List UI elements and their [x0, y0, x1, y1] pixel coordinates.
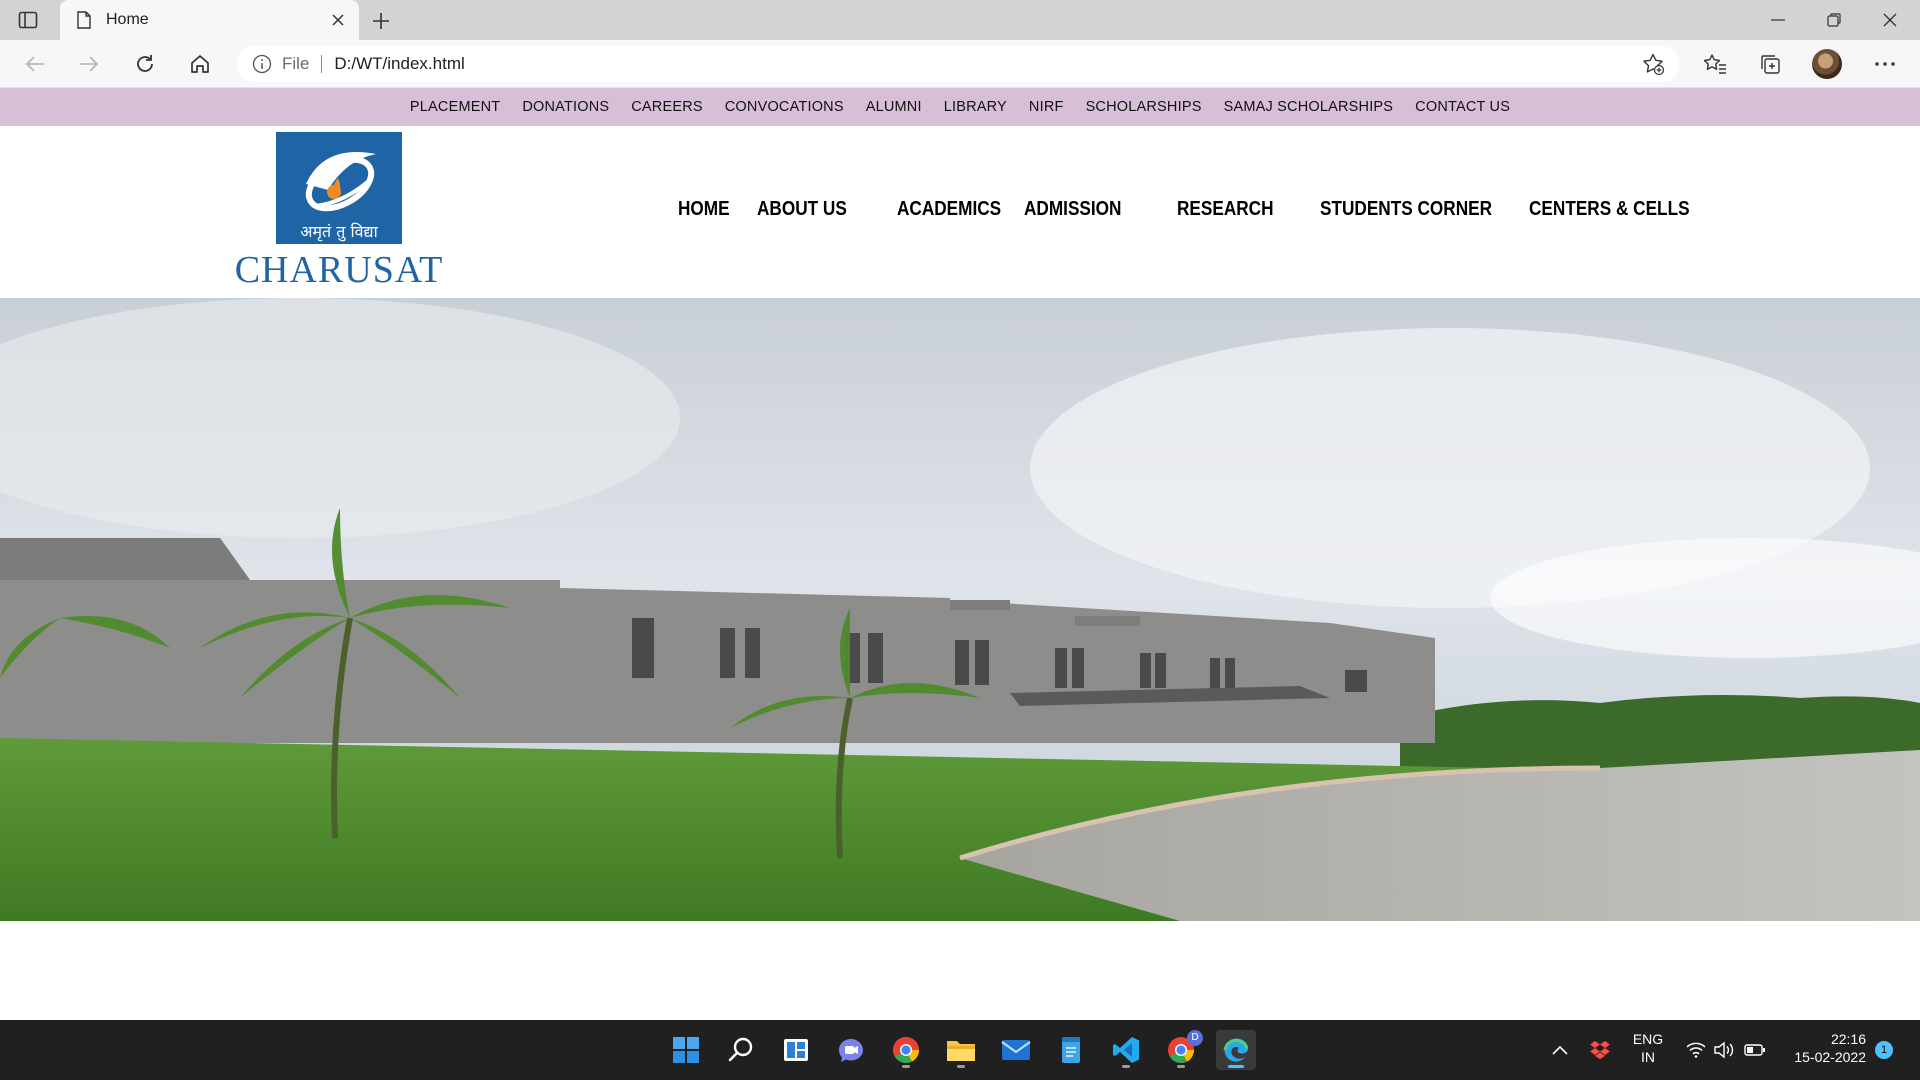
top-nav-library[interactable]: LIBRARY	[944, 99, 1007, 115]
main-nav-home[interactable]: HOME	[678, 198, 730, 221]
profile-avatar[interactable]	[1812, 49, 1842, 79]
address-separator	[321, 55, 323, 73]
language-label: ENG	[1632, 1031, 1664, 1047]
top-nav-nirf[interactable]: NIRF	[1029, 99, 1064, 115]
browser-tab-strip: Home	[0, 0, 1920, 40]
site-header: अमृतं तु विद्या CHARUSAT HOME ABOUT US A…	[0, 126, 1920, 298]
teams-chat-icon[interactable]	[831, 1030, 871, 1070]
chrome-icon[interactable]	[886, 1030, 926, 1070]
restore-icon[interactable]	[1806, 0, 1862, 40]
back-icon[interactable]	[18, 48, 52, 80]
more-options-icon[interactable]	[1868, 48, 1902, 80]
show-hidden-icons-icon[interactable]	[1540, 1030, 1580, 1070]
top-utility-nav: PLACEMENT DONATIONS CAREERS CONVOCATIONS…	[0, 88, 1920, 126]
top-nav-alumni[interactable]: ALUMNI	[866, 99, 922, 115]
running-indicator	[1122, 1065, 1130, 1068]
main-nav-research[interactable]: RESEARCH	[1177, 198, 1274, 221]
windows-taskbar: D ENG IN 22:16 15-02-2022 1	[0, 1020, 1920, 1080]
chrome-profile-icon[interactable]: D	[1161, 1030, 1203, 1070]
add-favorite-icon[interactable]	[1638, 49, 1668, 79]
address-scheme: File	[282, 54, 310, 73]
minimize-icon[interactable]	[1750, 0, 1806, 40]
top-nav-donations[interactable]: DONATIONS	[522, 99, 609, 115]
main-nav-academics[interactable]: ACADEMICS	[897, 198, 1001, 221]
top-nav-convocations[interactable]: CONVOCATIONS	[725, 99, 844, 115]
top-nav-careers[interactable]: CAREERS	[631, 99, 703, 115]
notepad-icon[interactable]	[1051, 1030, 1091, 1070]
close-tab-icon[interactable]	[323, 5, 353, 35]
new-tab-button[interactable]	[366, 6, 396, 36]
page-icon	[74, 10, 94, 30]
mail-icon[interactable]	[996, 1030, 1036, 1070]
refresh-icon[interactable]	[128, 48, 162, 80]
forward-icon[interactable]	[72, 48, 106, 80]
address-url[interactable]: D:/WT/index.html	[334, 54, 1638, 74]
running-indicator	[1228, 1065, 1244, 1068]
clock-date: 15-02-2022	[1794, 1049, 1866, 1065]
main-nav-students-corner[interactable]: STUDENTS CORNER	[1320, 198, 1492, 221]
dropbox-tray-icon[interactable]	[1580, 1030, 1620, 1070]
input-language[interactable]: ENG IN	[1622, 1030, 1674, 1066]
edge-icon[interactable]	[1216, 1030, 1256, 1070]
clock[interactable]: 22:16 15-02-2022	[1776, 1030, 1866, 1066]
home-icon[interactable]	[183, 48, 217, 80]
main-nav-admission[interactable]: ADMISSION	[1024, 198, 1121, 221]
battery-icon[interactable]	[1735, 1030, 1775, 1070]
favorites-icon[interactable]	[1698, 48, 1732, 80]
notification-badge[interactable]: 1	[1875, 1041, 1893, 1059]
top-nav-placement[interactable]: PLACEMENT	[410, 99, 500, 115]
start-icon[interactable]	[666, 1030, 706, 1070]
top-nav-samaj-scholarships[interactable]: SAMAJ SCHOLARSHIPS	[1224, 99, 1394, 115]
main-nav-about-us[interactable]: ABOUT US	[757, 198, 847, 221]
top-nav-scholarships[interactable]: SCHOLARSHIPS	[1086, 99, 1202, 115]
main-nav: HOME ABOUT US ACADEMICS ADMISSION RESEAR…	[0, 198, 1920, 228]
vscode-icon[interactable]	[1106, 1030, 1146, 1070]
tab-title: Home	[106, 11, 149, 28]
running-indicator	[902, 1065, 910, 1068]
tab-actions-icon[interactable]	[14, 7, 42, 33]
widgets-icon[interactable]	[776, 1030, 816, 1070]
main-nav-centers-cells[interactable]: CENTERS & CELLS	[1529, 198, 1690, 221]
browser-tab[interactable]: Home	[60, 0, 359, 40]
logo-wordmark: CHARUSAT	[234, 249, 444, 291]
search-icon[interactable]	[721, 1030, 761, 1070]
file-explorer-icon[interactable]	[941, 1030, 981, 1070]
address-bar[interactable]: File D:/WT/index.html	[236, 46, 1680, 82]
clock-time: 22:16	[1830, 1031, 1866, 1047]
running-indicator	[1177, 1065, 1185, 1068]
hero-campus-image	[0, 298, 1920, 921]
region-label: IN	[1641, 1049, 1655, 1065]
running-indicator	[957, 1065, 965, 1068]
close-window-icon[interactable]	[1862, 0, 1918, 40]
collections-icon[interactable]	[1753, 48, 1787, 80]
browser-toolbar: File D:/WT/index.html	[0, 40, 1920, 88]
chrome-profile-badge: D	[1187, 1030, 1203, 1046]
info-icon[interactable]	[252, 54, 272, 74]
top-nav-contact-us[interactable]: CONTACT US	[1415, 99, 1510, 115]
